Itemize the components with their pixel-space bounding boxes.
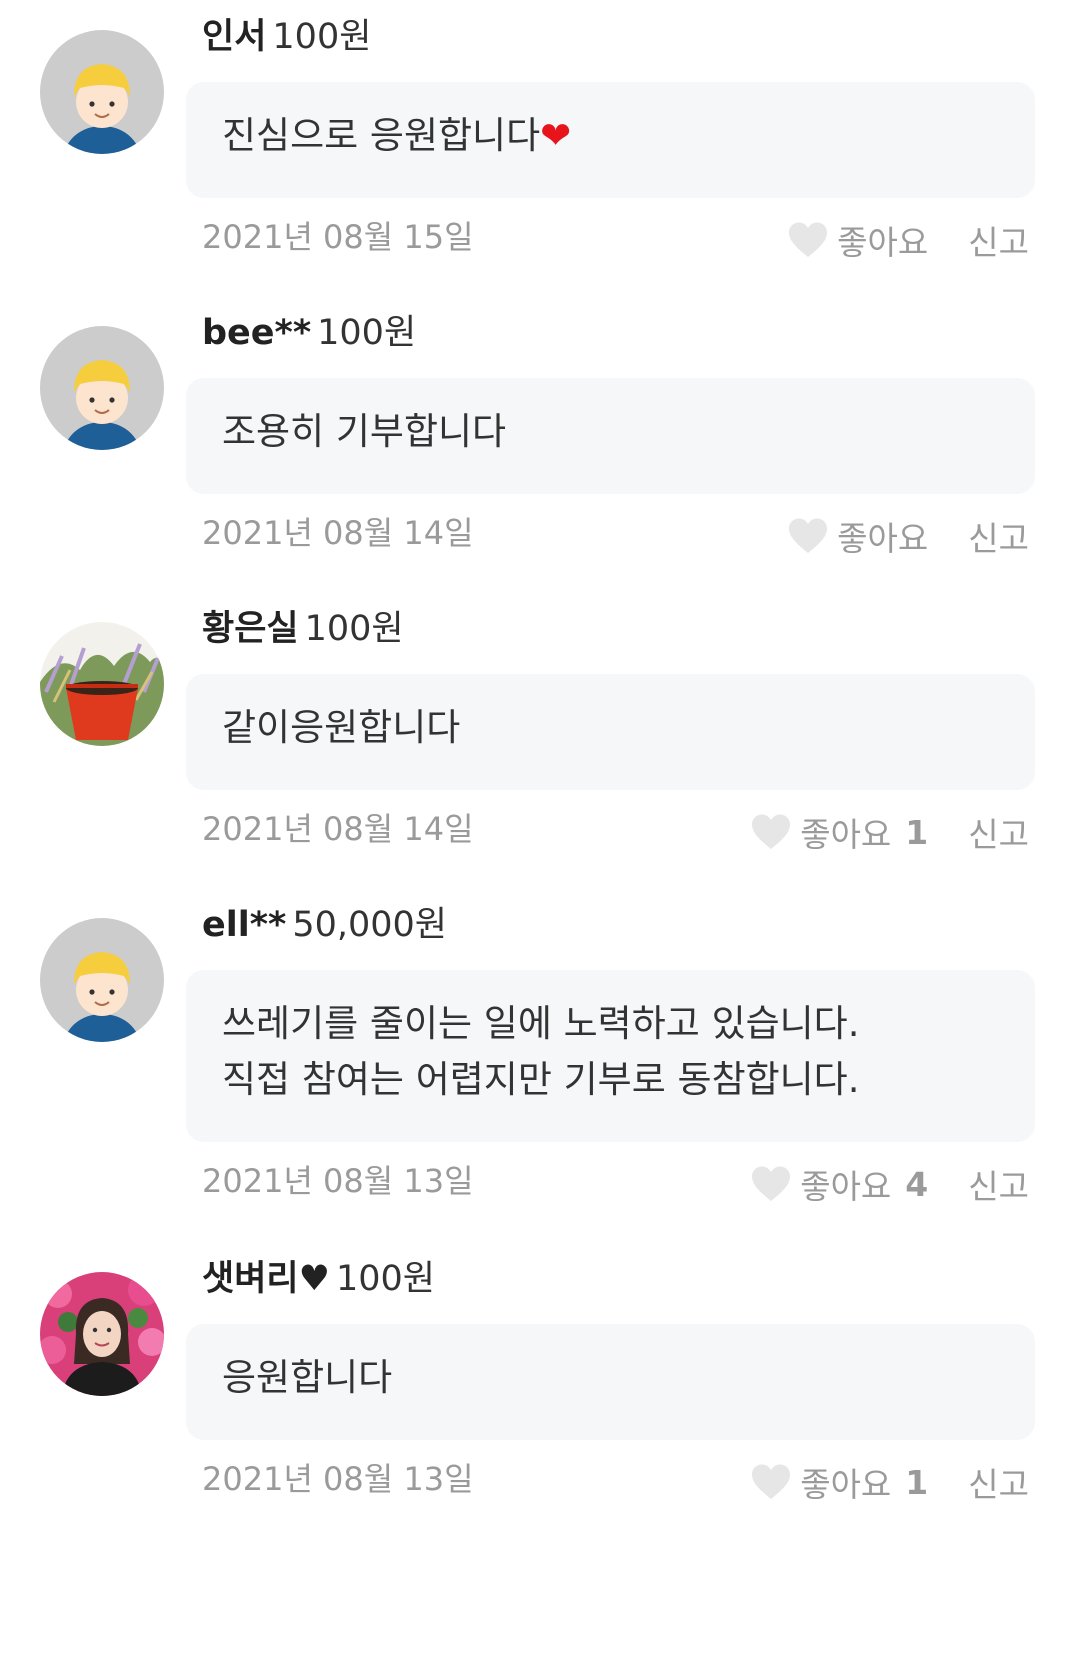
like-button[interactable]: 좋아요 — [787, 512, 928, 560]
comment-header: ell** 50,000원 — [202, 896, 447, 947]
heart-outline-icon — [789, 518, 828, 553]
like-count: 1 — [905, 1462, 929, 1502]
comment-text: 조용히 기부합니다 — [222, 410, 507, 453]
comment-text: 같이응원합니다 — [222, 706, 461, 749]
comment-text: 진심으로 응원합니다 — [222, 114, 541, 157]
comment-bubble: 같이응원합니다 — [186, 674, 1035, 790]
default-avatar — [40, 326, 164, 450]
like-button[interactable]: 좋아요 1 — [750, 808, 928, 856]
comment-bubble: 진심으로 응원합니다❤ — [186, 82, 1035, 198]
comment-bubble: 쓰레기를 줄이는 일에 노력하고 있습니다. 직접 참여는 어렵지만 기부로 동… — [186, 970, 1035, 1142]
comment-actions: 좋아요 1 신고 — [750, 1458, 1029, 1506]
donation-amount: 100원 — [304, 609, 404, 649]
report-button[interactable]: 신고 — [968, 1458, 1029, 1506]
comment-actions: 좋아요 신고 — [787, 512, 1029, 560]
donation-amount: 100원 — [272, 17, 372, 57]
like-button[interactable]: 좋아요 — [787, 216, 928, 264]
comment-bubble: 조용히 기부합니다 — [186, 378, 1035, 494]
like-label: 좋아요 — [837, 223, 929, 262]
report-button[interactable]: 신고 — [968, 216, 1029, 264]
like-count: 1 — [905, 812, 929, 852]
commenter-name: 황은실 — [202, 609, 299, 649]
commenter-name: bee** — [202, 313, 312, 353]
like-label: 좋아요 — [800, 815, 892, 854]
comment-date: 2021년 08월 14일 — [202, 514, 474, 552]
comment-date: 2021년 08월 13일 — [202, 1162, 474, 1200]
comment-bubble: 응원합니다 — [186, 1324, 1035, 1440]
report-button[interactable]: 신고 — [968, 512, 1029, 560]
comment-header: 샛벼리♥ 100원 — [202, 1250, 435, 1301]
like-label: 좋아요 — [800, 1167, 892, 1206]
comment-header: bee** 100원 — [202, 304, 416, 355]
donation-amount: 100원 — [335, 1259, 435, 1299]
like-button[interactable]: 좋아요 4 — [750, 1160, 928, 1208]
like-label: 좋아요 — [837, 519, 929, 558]
commenter-name: 인서 — [202, 17, 267, 57]
comment-header: 인서 100원 — [202, 8, 371, 59]
like-button[interactable]: 좋아요 1 — [750, 1458, 928, 1506]
comment-actions: 좋아요 신고 — [787, 216, 1029, 264]
report-button[interactable]: 신고 — [968, 808, 1029, 856]
comment-text-line: 쓰레기를 줄이는 일에 노력하고 있습니다. — [222, 1002, 860, 1045]
comment-actions: 좋아요 1 신고 — [750, 808, 1029, 856]
comment-text: 응원합니다 — [222, 1356, 393, 1399]
heart-emoji-icon: ❤ — [540, 114, 572, 157]
donation-amount: 100원 — [317, 313, 417, 353]
comment-text-line: 직접 참여는 어렵지만 기부로 동참합니다. — [222, 1058, 860, 1101]
default-avatar — [40, 30, 164, 154]
comment-date: 2021년 08월 13일 — [202, 1460, 474, 1498]
heart-outline-icon — [752, 1464, 791, 1499]
donation-amount: 50,000원 — [292, 905, 448, 945]
commenter-name: 샛벼리♥ — [202, 1259, 330, 1299]
comment-date: 2021년 08월 14일 — [202, 810, 474, 848]
heart-outline-icon — [752, 814, 791, 849]
flowerpot-photo-avatar — [40, 622, 164, 746]
person-photo-avatar — [40, 1272, 164, 1396]
commenter-name: ell** — [202, 905, 287, 945]
report-button[interactable]: 신고 — [968, 1160, 1029, 1208]
like-count: 4 — [905, 1164, 929, 1204]
like-label: 좋아요 — [800, 1465, 892, 1504]
heart-outline-icon — [752, 1166, 791, 1201]
heart-outline-icon — [789, 222, 828, 257]
comment-date: 2021년 08월 15일 — [202, 218, 474, 256]
comment-header: 황은실 100원 — [202, 600, 404, 651]
comment-actions: 좋아요 4 신고 — [750, 1160, 1029, 1208]
default-avatar — [40, 918, 164, 1042]
